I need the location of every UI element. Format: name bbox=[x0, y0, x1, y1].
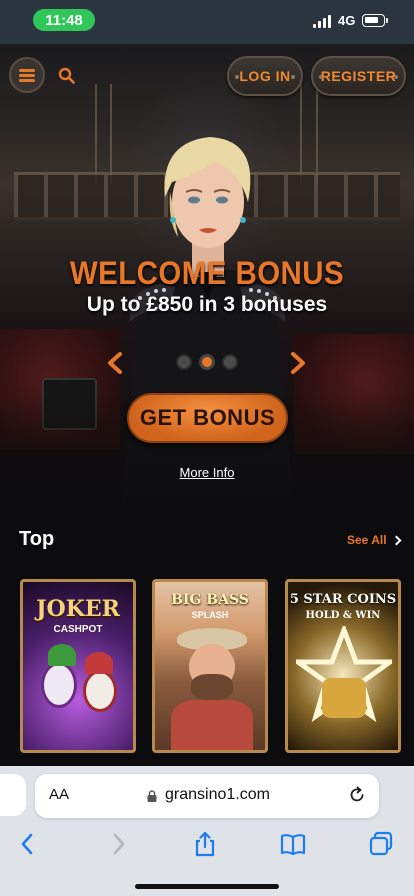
previous-tab[interactable] bbox=[0, 774, 26, 816]
register-label: REGISTER bbox=[320, 68, 397, 84]
game-card-big-bass-splash[interactable]: BIG BASS SPLASH bbox=[152, 579, 268, 753]
hamburger-icon bbox=[19, 68, 35, 82]
see-all-label: See All bbox=[347, 533, 387, 547]
register-button[interactable]: REGISTER bbox=[311, 56, 406, 96]
back-icon[interactable] bbox=[14, 830, 42, 858]
carousel-prev-arrow-icon[interactable] bbox=[105, 351, 125, 375]
hero-title: WELCOME BONUS bbox=[69, 255, 345, 291]
home-indicator[interactable] bbox=[135, 884, 279, 889]
game-card-5-star-coins[interactable]: 5 STAR COINS HOLD & WIN bbox=[285, 579, 401, 753]
section-title-top: Top bbox=[19, 528, 55, 550]
get-bonus-button[interactable]: GET BONUS bbox=[127, 393, 288, 443]
battery-icon bbox=[362, 14, 388, 27]
game-subtitle: CASHPOT bbox=[53, 624, 103, 635]
reader-settings-button[interactable]: AA bbox=[49, 786, 69, 803]
signal-icon bbox=[313, 14, 333, 28]
share-icon[interactable] bbox=[191, 830, 219, 858]
reload-icon[interactable] bbox=[348, 786, 366, 804]
tabs-icon[interactable] bbox=[367, 830, 395, 858]
bookmarks-icon[interactable] bbox=[279, 830, 307, 858]
status-time[interactable]: 11:48 bbox=[33, 9, 95, 31]
lock-icon bbox=[147, 790, 157, 802]
game-card-joker-cashpot[interactable]: JOKER CASHPOT bbox=[20, 579, 136, 753]
more-info-link[interactable]: More Info bbox=[0, 465, 414, 480]
carousel-dot-3[interactable] bbox=[222, 354, 238, 370]
carousel-dot-2[interactable] bbox=[199, 354, 215, 370]
search-icon[interactable] bbox=[58, 67, 75, 84]
menu-button[interactable] bbox=[9, 57, 45, 93]
login-label: LOG IN bbox=[239, 68, 291, 84]
carousel-next-arrow-icon[interactable] bbox=[288, 351, 308, 375]
carousel-dot-1[interactable] bbox=[176, 354, 192, 370]
address-bar[interactable]: AA gransino1.com bbox=[35, 774, 379, 818]
get-bonus-label: GET BONUS bbox=[139, 405, 276, 430]
game-subtitle: HOLD & WIN bbox=[305, 610, 381, 621]
game-title: 5 STAR COINS bbox=[289, 592, 397, 607]
url-text[interactable]: gransino1.com bbox=[165, 786, 270, 804]
game-title: BIG BASS bbox=[171, 592, 249, 608]
status-bar: 11:48 4G bbox=[0, 0, 414, 44]
hero-subtitle: Up to £850 in 3 bonuses bbox=[86, 293, 328, 316]
network-type: 4G bbox=[338, 13, 356, 28]
login-button[interactable]: LOG IN bbox=[227, 56, 303, 96]
chevron-right-icon bbox=[391, 535, 402, 545]
game-title: JOKER bbox=[36, 596, 120, 622]
game-subtitle: SPLASH bbox=[191, 610, 229, 620]
browser-toolbar: AA gransino1.com bbox=[0, 766, 414, 896]
see-all-link[interactable]: See All bbox=[347, 533, 402, 547]
forward-icon[interactable] bbox=[104, 830, 132, 858]
